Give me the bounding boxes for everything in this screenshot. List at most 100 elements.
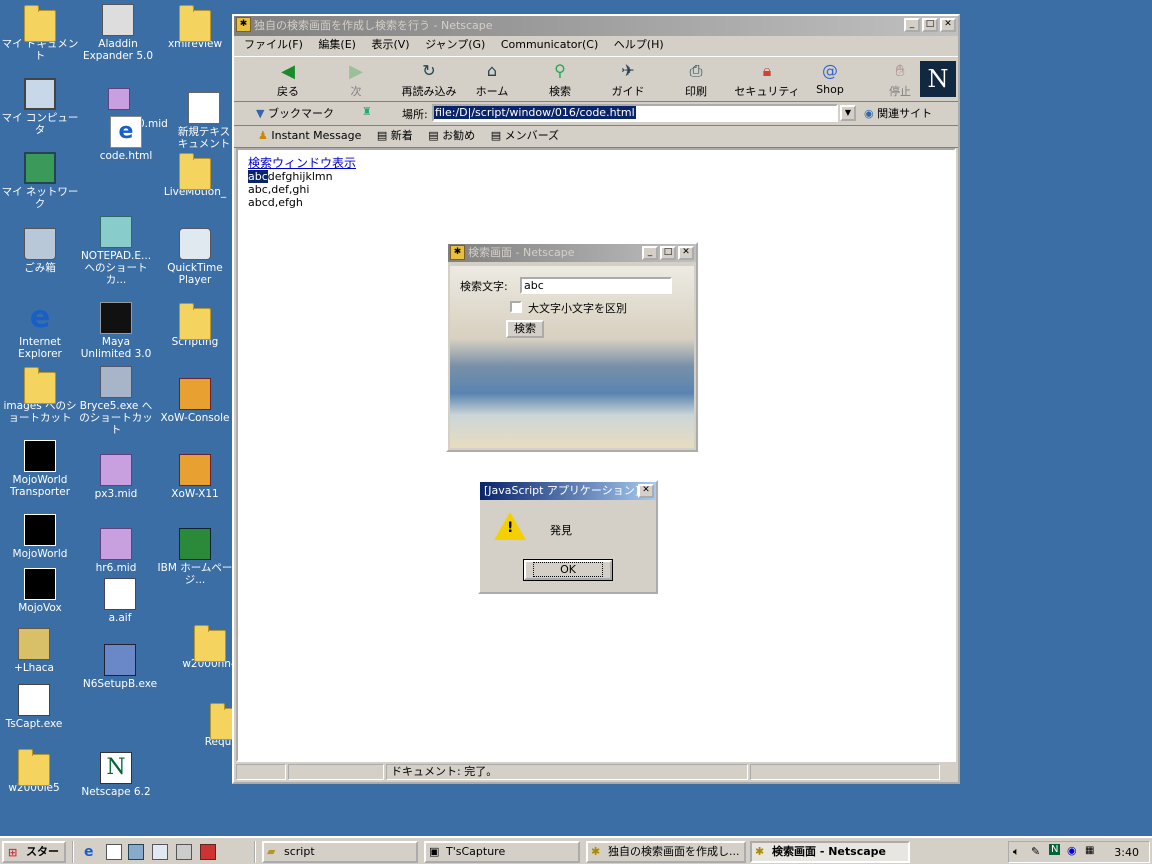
quicktime-quicklaunch-icon[interactable] (152, 844, 168, 860)
messenger-tray-icon[interactable]: ◉ (1067, 844, 1077, 857)
members-button[interactable]: ▤ メンバーズ (491, 126, 559, 146)
whats-new-button[interactable]: ▤ 新着 (377, 126, 413, 146)
location-input[interactable]: file:/D|/script/window/016/code.html (432, 104, 838, 122)
desktop-icon-px3[interactable]: px3.mid (76, 454, 156, 500)
desktop-icon-w2000ie5[interactable]: w2000ie5 (0, 748, 74, 794)
task-script[interactable]: ▰ script (262, 841, 418, 863)
volume-icon[interactable]: 🔈︎ (1013, 845, 1020, 859)
desktop-icon-xmlreview[interactable]: xmlreview (155, 4, 235, 50)
task-tscapture[interactable]: ▣ T'sCapture (424, 841, 580, 863)
desktop-icon-my-computer[interactable]: マイ コンピュータ (0, 78, 80, 136)
security-status-icon[interactable] (236, 764, 286, 780)
search-window[interactable]: ✱ 検索画面 - Netscape _ □ ✕ 検索文字: abc 大文字小文字… (446, 242, 698, 452)
app-quicklaunch-icon[interactable] (176, 844, 192, 860)
recommend-button[interactable]: ▤ お勧め (428, 126, 475, 146)
content-line-1: abcdefghijklmn (248, 170, 333, 183)
desktop-icon-my-network[interactable]: マイ ネットワーク (0, 152, 80, 210)
desktop-icon-ie[interactable]: e Internet Explorer (0, 302, 80, 361)
task-search-window[interactable]: ✱ 検索画面 - Netscape (750, 841, 910, 863)
acrobat-quicklaunch-icon[interactable] (200, 844, 216, 860)
midi-icon (100, 454, 132, 486)
netscape-task-icon: ✱ (591, 845, 601, 858)
guide-icon: ✈ (621, 61, 635, 80)
minimize-button[interactable]: _ (904, 18, 920, 32)
search-submit-button[interactable]: 検索 (506, 320, 544, 338)
desktop-quicklaunch-icon[interactable] (128, 844, 144, 860)
desktop-icon-netscape62[interactable]: N Netscape 6.2 (76, 752, 156, 798)
desktop-icon-a-aif[interactable]: a.aif (80, 578, 160, 624)
desktop-icon-hr6[interactable]: hr6.mid (76, 528, 156, 574)
desktop-icon-my-documents[interactable]: マイ ドキュメント (0, 4, 80, 62)
shop-button[interactable]: @ Shop (800, 61, 860, 96)
forward-button[interactable]: ▶ 次 (326, 61, 386, 99)
close-button[interactable]: ✕ (940, 18, 956, 32)
close-button[interactable]: ✕ (678, 246, 694, 260)
menu-go[interactable]: ジャンプ(G) (419, 36, 491, 54)
outlook-quicklaunch-icon[interactable] (106, 844, 122, 860)
instant-message-button[interactable]: ♟ Instant Message (258, 126, 361, 146)
desktop-icon-livemotion[interactable]: LiveMotion_ (155, 152, 235, 198)
back-button[interactable]: ◀ 戻る (258, 61, 318, 99)
desktop-icon-tscapt[interactable]: TsCapt.exe (0, 684, 74, 730)
home-button[interactable]: ⌂ ホーム (462, 61, 522, 99)
javascript-alert-dialog[interactable]: [JavaScript アプリケーション] ✕ ! 発見 OK (478, 480, 658, 594)
search-button[interactable]: ⚲ 検索 (530, 61, 590, 99)
pen-icon[interactable]: ✎ (1031, 845, 1040, 858)
main-title-bar[interactable]: ✱ 独自の検索画面を作成し検索を行う - Netscape _ □ ✕ (234, 16, 958, 36)
desktop-icon-mojovox[interactable]: MojoVox (0, 568, 80, 614)
desktop-icon-aladdin[interactable]: Aladdin Expander 5.0 (78, 4, 158, 62)
menu-file[interactable]: ファイル(F) (238, 36, 309, 54)
desktop-icon-xow-console[interactable]: XoW-Console (155, 378, 235, 424)
ie-quicklaunch-icon[interactable]: e (84, 844, 100, 860)
bookmarks-button[interactable]: ▼ ブックマーク (256, 105, 334, 121)
component-bar[interactable] (750, 764, 940, 780)
desktop-icon-mid[interactable]: 0.mid (108, 88, 168, 130)
guide-button[interactable]: ✈ ガイド (598, 61, 658, 99)
minimize-button[interactable]: _ (642, 246, 658, 260)
desktop-icon-scripting[interactable]: Scripting (155, 302, 235, 348)
show-search-window-link[interactable]: 検索ウィンドウ表示 (248, 156, 356, 170)
desktop-icon-xow-x11[interactable]: XoW-X11 (155, 454, 235, 500)
taskbar: ⊞ スタート e ▰script ▣T'sCapture ✱独自の検索画面を作成… (0, 836, 1152, 864)
reload-button[interactable]: ↻ 再読み込み (394, 61, 464, 99)
location-dropdown-button[interactable]: ▼ (840, 105, 856, 121)
start-button[interactable]: ⊞ スタート (2, 841, 66, 864)
desktop-icon-mojoworld[interactable]: MojoWorld (0, 514, 80, 560)
search-text-input[interactable]: abc (520, 277, 672, 294)
desktop-icon-recycle-bin[interactable]: ごみ箱 (0, 228, 80, 274)
menu-edit[interactable]: 編集(E) (312, 36, 362, 54)
menu-view[interactable]: 表示(V) (365, 36, 415, 54)
network-tray-icon[interactable]: ▦ (1085, 845, 1094, 856)
desktop-icon-lhaca[interactable]: +Lhaca (0, 628, 74, 674)
page-proxy-icon[interactable]: ♜ (362, 105, 372, 118)
related-sites-button[interactable]: ◉ 関連サイト (864, 105, 932, 121)
ok-button[interactable]: OK (523, 559, 613, 581)
print-button[interactable]: ⎙ 印刷 (666, 61, 726, 99)
desktop-icon-bryce[interactable]: Bryce5.exe へ のショートカット (76, 366, 156, 436)
alert-title-bar[interactable]: [JavaScript アプリケーション] ✕ (480, 482, 656, 500)
desktop-icon-quicktime[interactable]: QuickTime Player (155, 228, 235, 286)
home-icon: ⌂ (486, 61, 498, 80)
desktop-icon-ibm[interactable]: IBM ホームページ... (155, 528, 235, 586)
netscape-task-icon: ✱ (755, 845, 765, 858)
desktop-icon-code-html[interactable]: e code.html (86, 116, 166, 162)
desktop-icon-n6setup[interactable]: N6SetupB.exe (80, 644, 160, 690)
menu-communicator[interactable]: Communicator(C) (495, 36, 604, 54)
mojoworld-icon (24, 440, 56, 472)
search-window-title-bar[interactable]: ✱ 検索画面 - Netscape _ □ ✕ (448, 244, 696, 262)
task-main-window[interactable]: ✱ 独自の検索画面を作成し... (586, 841, 746, 863)
case-sensitive-checkbox[interactable] (510, 301, 522, 313)
maximize-button[interactable]: □ (660, 246, 676, 260)
desktop-icon-requ[interactable]: Requ (190, 702, 232, 748)
close-button[interactable]: ✕ (638, 484, 654, 498)
menu-help[interactable]: ヘルプ(H) (608, 36, 670, 54)
desktop-icon-images[interactable]: images へのシ ョートカット (0, 366, 80, 424)
desktop-icon-new-text[interactable]: 新規テキス キュメント (176, 92, 232, 150)
midi-icon (100, 528, 132, 560)
desktop-icon-maya[interactable]: Maya Unlimited 3.0 (76, 302, 156, 360)
desktop-icon-mojoworld-transporter[interactable]: MojoWorld Transporter (0, 440, 80, 498)
maximize-button[interactable]: □ (922, 18, 938, 32)
netscape-tray-icon[interactable]: N (1049, 844, 1061, 855)
desktop-icon-notepad[interactable]: NOTEPAD.E... へのショートカ... (76, 216, 156, 286)
security-button[interactable]: 🔒︎ セキュリティ (734, 61, 800, 99)
